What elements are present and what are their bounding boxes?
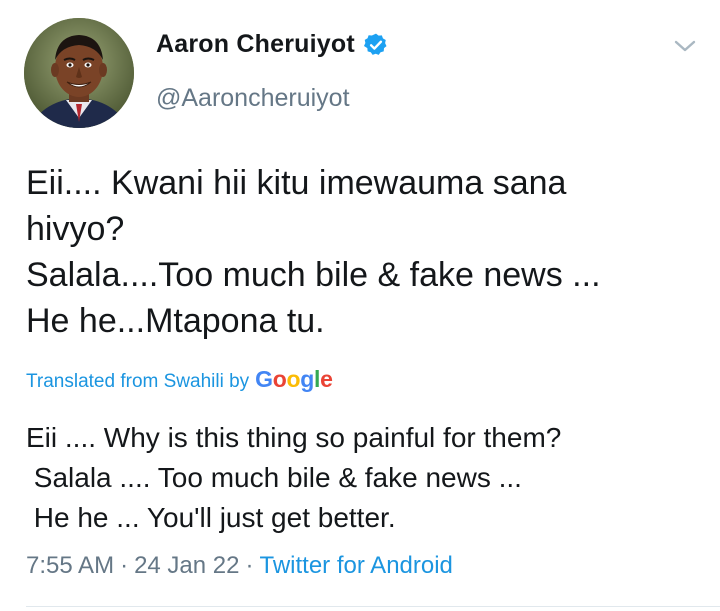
translated-line: Eii .... Why is this thing so painful fo…: [26, 422, 562, 453]
chevron-down-icon[interactable]: [672, 36, 698, 56]
tweet-meta: 7:55 AM · 24 Jan 22 · Twitter for Androi…: [26, 552, 453, 580]
translated-from-label[interactable]: Translated from Swahili by: [26, 371, 249, 393]
author-name-row[interactable]: Aaron Cheruiyot: [156, 30, 389, 59]
meta-separator: ·: [120, 552, 129, 579]
meta-separator: ·: [245, 552, 254, 579]
divider: [26, 606, 720, 607]
display-name[interactable]: Aaron Cheruiyot: [156, 30, 355, 59]
verified-badge-icon: [363, 32, 389, 58]
google-logo: Google: [255, 366, 333, 392]
translation-attribution[interactable]: Translated from Swahili by Google: [26, 366, 333, 393]
tweet-time[interactable]: 7:55 AM: [26, 552, 114, 580]
translated-line: He he ... You'll just get better.: [26, 502, 396, 533]
avatar[interactable]: [24, 18, 134, 128]
tweet-line: He he...Mtapona tu.: [26, 302, 325, 340]
tweet-date[interactable]: 24 Jan 22: [134, 552, 239, 580]
tweet-source-link[interactable]: Twitter for Android: [259, 552, 452, 580]
tweet-line: Eii.... Kwani hii kitu imewauma sana: [26, 164, 567, 202]
translated-text: Eii .... Why is this thing so painful fo…: [26, 418, 706, 538]
tweet-line: hivyo?: [26, 210, 125, 248]
translated-line: Salala .... Too much bile & fake news ..…: [26, 462, 522, 493]
tweet-card[interactable]: Aaron Cheruiyot @Aaroncheruiyot Eii.... …: [0, 0, 720, 611]
tweet-line: Salala....Too much bile & fake news ...: [26, 256, 601, 294]
author-handle[interactable]: @Aaroncheruiyot: [156, 84, 350, 113]
tweet-text: Eii.... Kwani hii kitu imewauma sana hiv…: [26, 160, 696, 344]
